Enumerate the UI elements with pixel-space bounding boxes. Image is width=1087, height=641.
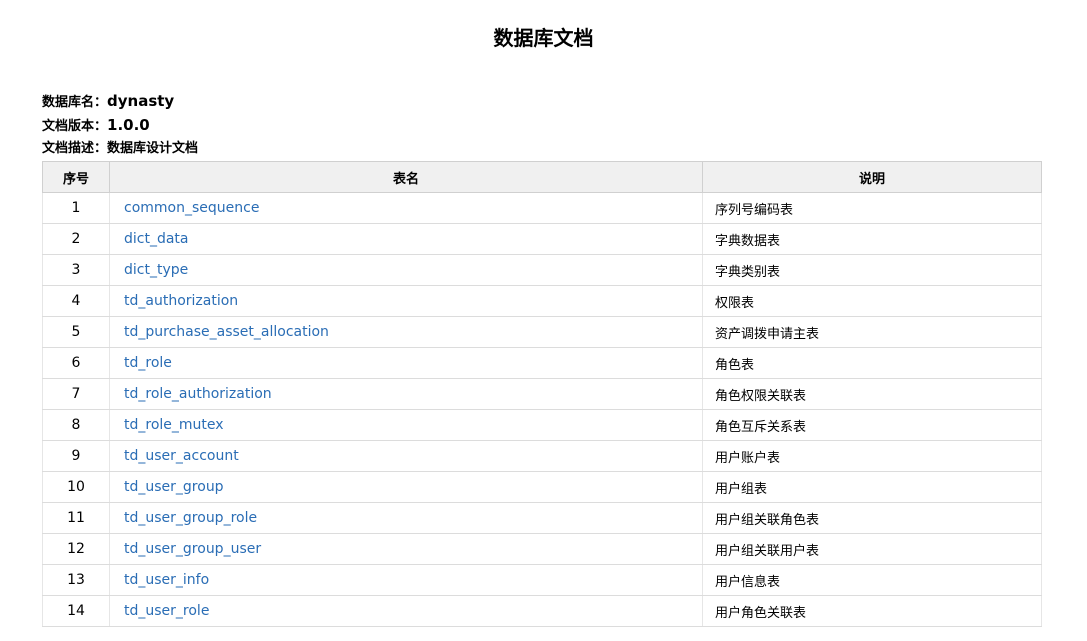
row-table-name-cell: td_authorization [109, 285, 703, 317]
description-row: 文档描述：数据库设计文档 [42, 138, 198, 160]
row-index: 3 [42, 254, 110, 286]
row-index: 2 [42, 223, 110, 255]
table-name-link[interactable]: td_user_group_user [124, 541, 261, 557]
tables-list: 序号 表名 说明 1 common_sequence 序列号编码表 2 dict_dat… [42, 161, 1042, 627]
version-label: 文档版本： [42, 119, 108, 134]
table-name-link[interactable]: td_role_mutex [124, 417, 224, 433]
table-name-link[interactable]: td_user_role [124, 603, 209, 619]
table-name-link[interactable]: td_role_authorization [124, 386, 272, 402]
version-value: 1.0.0 [107, 116, 150, 134]
table-row: 3 dict_type 字典类别表 [42, 254, 1042, 286]
db-name-label: 数据库名： [42, 95, 108, 110]
row-index: 4 [42, 285, 110, 317]
row-index: 8 [42, 409, 110, 441]
db-name-value: dynasty [107, 92, 175, 110]
table-row: 13 td_user_info 用户信息表 [42, 564, 1042, 596]
table-name-link[interactable]: td_user_info [124, 572, 209, 588]
table-header-row: 序号 表名 说明 [42, 161, 1042, 193]
description-label: 文档描述： [42, 141, 108, 156]
row-index: 10 [42, 471, 110, 503]
row-description: 用户信息表 [702, 564, 1042, 596]
table-row: 2 dict_data 字典数据表 [42, 223, 1042, 255]
row-table-name-cell: td_role_authorization [109, 378, 703, 410]
row-table-name-cell: td_role [109, 347, 703, 379]
row-table-name-cell: dict_type [109, 254, 703, 286]
row-index: 12 [42, 533, 110, 565]
table-name-link[interactable]: td_user_account [124, 448, 239, 464]
table-row: 5 td_purchase_asset_allocation 资产调拨申请主表 [42, 316, 1042, 348]
row-description: 序列号编码表 [702, 192, 1042, 224]
table-row: 7 td_role_authorization 角色权限关联表 [42, 378, 1042, 410]
row-table-name-cell: td_user_group_user [109, 533, 703, 565]
table-row: 8 td_role_mutex 角色互斥关系表 [42, 409, 1042, 441]
row-description: 角色权限关联表 [702, 378, 1042, 410]
row-description: 用户组表 [702, 471, 1042, 503]
row-index: 11 [42, 502, 110, 534]
row-table-name-cell: dict_data [109, 223, 703, 255]
row-table-name-cell: td_role_mutex [109, 409, 703, 441]
row-description: 角色互斥关系表 [702, 409, 1042, 441]
table-name-link[interactable]: td_user_group [124, 479, 224, 495]
row-table-name-cell: td_purchase_asset_allocation [109, 316, 703, 348]
table-body: 1 common_sequence 序列号编码表 2 dict_data 字典数据表 3 di… [42, 192, 1042, 627]
row-table-name-cell: td_user_role [109, 595, 703, 627]
page-title: 数据库文档 [493, 26, 594, 50]
db-name-row: 数据库名：dynasty [42, 90, 198, 114]
row-table-name-cell: td_user_account [109, 440, 703, 472]
row-table-name-cell: td_user_group [109, 471, 703, 503]
row-description: 字典类别表 [702, 254, 1042, 286]
table-name-link[interactable]: td_purchase_asset_allocation [124, 324, 329, 340]
table-row: 11 td_user_group_role 用户组关联角色表 [42, 502, 1042, 534]
table-name-link[interactable]: common_sequence [124, 200, 259, 216]
row-table-name-cell: common_sequence [109, 192, 703, 224]
row-index: 1 [42, 192, 110, 224]
description-value: 数据库设计文档 [107, 141, 199, 156]
version-row: 文档版本：1.0.0 [42, 114, 198, 138]
row-description: 用户组关联用户表 [702, 533, 1042, 565]
header-index: 序号 [42, 161, 110, 193]
row-table-name-cell: td_user_group_role [109, 502, 703, 534]
table-name-link[interactable]: td_role [124, 355, 172, 371]
row-index: 6 [42, 347, 110, 379]
table-name-link[interactable]: dict_data [124, 231, 189, 247]
row-description: 角色表 [702, 347, 1042, 379]
table-row: 6 td_role 角色表 [42, 347, 1042, 379]
table-name-link[interactable]: td_authorization [124, 293, 238, 309]
row-table-name-cell: td_user_info [109, 564, 703, 596]
row-index: 5 [42, 316, 110, 348]
row-index: 7 [42, 378, 110, 410]
header-table-name: 表名 [109, 161, 703, 193]
row-index: 14 [42, 595, 110, 627]
table-name-link[interactable]: dict_type [124, 262, 188, 278]
header-description: 说明 [702, 161, 1042, 193]
row-description: 权限表 [702, 285, 1042, 317]
table-row: 14 td_user_role 用户角色关联表 [42, 595, 1042, 627]
row-description: 用户账户表 [702, 440, 1042, 472]
row-index: 9 [42, 440, 110, 472]
table-name-link[interactable]: td_user_group_role [124, 510, 257, 526]
table-row: 1 common_sequence 序列号编码表 [42, 192, 1042, 224]
table-row: 10 td_user_group 用户组表 [42, 471, 1042, 503]
row-index: 13 [42, 564, 110, 596]
table-row: 12 td_user_group_user 用户组关联用户表 [42, 533, 1042, 565]
document-page: 数据库文档 数据库名：dynasty 文档版本：1.0.0 文档描述：数据库设计… [0, 0, 1087, 641]
table-row: 4 td_authorization 权限表 [42, 285, 1042, 317]
document-meta: 数据库名：dynasty 文档版本：1.0.0 文档描述：数据库设计文档 [42, 90, 198, 160]
row-description: 用户角色关联表 [702, 595, 1042, 627]
table-row: 9 td_user_account 用户账户表 [42, 440, 1042, 472]
row-description: 字典数据表 [702, 223, 1042, 255]
row-description: 资产调拨申请主表 [702, 316, 1042, 348]
row-description: 用户组关联角色表 [702, 502, 1042, 534]
